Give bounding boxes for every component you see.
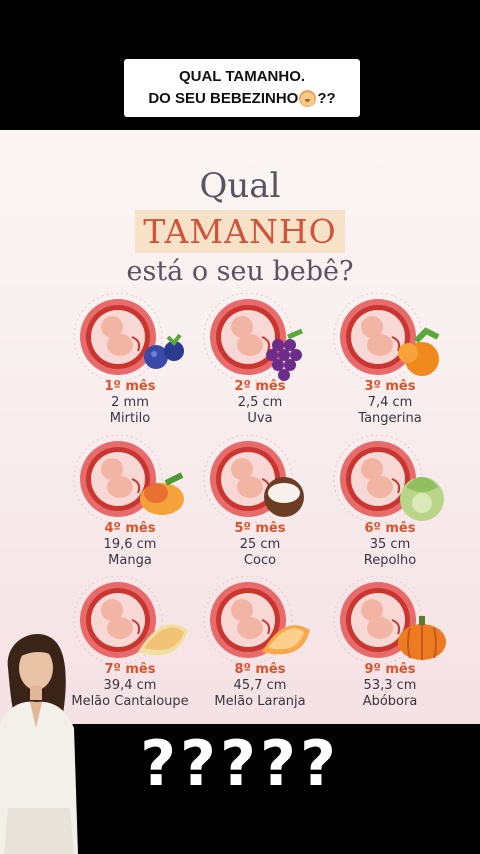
month-fruit: Melão Laranja	[214, 694, 306, 709]
title-highlight: TAMANHO	[135, 210, 345, 253]
month-card: 8º mês 45,7 cm Melão Laranja	[190, 576, 330, 721]
month-card: 4º mês 19,6 cm Manga	[60, 435, 200, 580]
month-fruit: Melão Cantaloupe	[71, 694, 189, 709]
month-fruit: Mirtilo	[109, 411, 151, 426]
month-card: 7º mês 39,4 cm Melão Cantaloupe	[60, 576, 200, 721]
month-fruit: Manga	[108, 553, 152, 568]
womb-illustration	[333, 576, 446, 665]
month-label: 1º mês	[104, 379, 156, 394]
month-fruit: Coco	[243, 553, 277, 568]
cabbage-icon	[400, 477, 444, 521]
month-card: 6º mês 35 cm Repolho	[320, 435, 460, 580]
month-card: 1º mês 2 mm Mirtilo	[60, 293, 200, 438]
month-label: 8º mês	[234, 662, 286, 677]
womb-illustration	[73, 435, 184, 524]
month-size: 53,3 cm	[363, 678, 417, 693]
month-label: 6º mês	[364, 521, 416, 536]
womb-illustration	[203, 293, 303, 382]
month-card: 2º mês 2,5 cm Uva	[190, 293, 330, 438]
caption-line-2-text: DO SEU BEBEZINHO	[148, 90, 299, 107]
month-card: 3º mês 7,4 cm Tangerina	[320, 293, 460, 438]
month-label: 2º mês	[234, 379, 286, 394]
month-size: 2 mm	[111, 395, 149, 410]
month-label: 7º mês	[104, 662, 156, 677]
month-size: 2,5 cm	[237, 395, 283, 410]
month-fruit: Uva	[247, 411, 273, 426]
month-fruit: Abóbora	[362, 694, 418, 709]
womb-illustration	[203, 435, 304, 524]
month-size: 19,6 cm	[103, 537, 157, 552]
baby-face-icon	[299, 90, 317, 108]
womb-illustration	[203, 576, 310, 665]
month-label: 9º mês	[364, 662, 416, 677]
month-fruit: Tangerina	[358, 411, 422, 426]
title-subtitle: está o seu bebê?	[126, 256, 354, 287]
month-size: 7,4 cm	[367, 395, 413, 410]
month-card: 5º mês 25 cm Coco	[190, 435, 330, 580]
month-card: 9º mês 53,3 cm Abóbora	[320, 576, 460, 721]
womb-illustration	[333, 293, 440, 382]
caption-line-1: QUAL TAMANHO.	[178, 68, 306, 86]
caption-line-2-end: ??	[317, 90, 336, 107]
month-size: 35 cm	[369, 537, 411, 552]
title-qual: Qual	[199, 166, 281, 206]
month-label: 4º mês	[104, 521, 156, 536]
womb-illustration	[73, 293, 184, 382]
month-size: 25 cm	[239, 537, 281, 552]
title-highlight-wrap: TAMANHO	[0, 210, 480, 253]
video-caption: QUAL TAMANHO. DO SEU BEBEZINHO ??	[124, 59, 360, 117]
question-overlay: ?????	[140, 727, 340, 800]
caption-line-2: DO SEU BEBEZINHO ??	[148, 88, 336, 110]
month-label: 5º mês	[234, 521, 286, 536]
month-size: 39,4 cm	[103, 678, 157, 693]
month-fruit: Repolho	[363, 553, 417, 568]
womb-illustration	[333, 435, 444, 524]
month-label: 3º mês	[364, 379, 416, 394]
coconut-icon	[264, 477, 304, 517]
womb-illustration	[73, 576, 188, 665]
month-size: 45,7 cm	[233, 678, 287, 693]
